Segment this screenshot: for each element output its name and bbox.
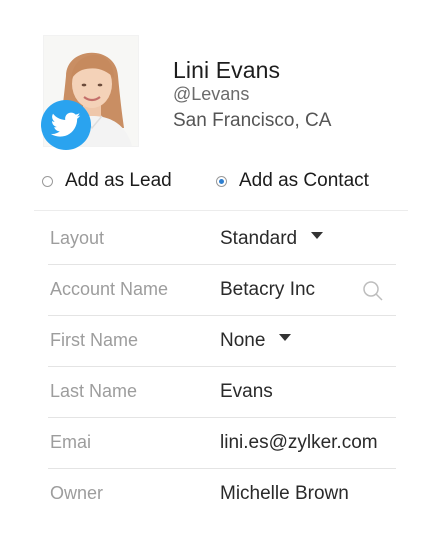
email-field[interactable]: lini.es@zylker.com [220, 432, 378, 454]
add-as-contact-label: Add as Contact [239, 170, 369, 191]
caret-down-icon [311, 232, 324, 240]
owner-label: Owner [50, 483, 104, 503]
layout-select[interactable]: Standard [220, 228, 324, 250]
last-name-label: Last Name [50, 381, 138, 401]
add-as-lead-option[interactable]: Add as Lead [42, 170, 172, 192]
last-name-field[interactable]: Evans [220, 381, 273, 403]
search-icon[interactable] [362, 280, 384, 302]
email-label: Emai [50, 432, 92, 452]
profile-name: Lini Evans [173, 57, 281, 83]
layout-label: Layout [50, 228, 105, 248]
first-name-value: None [220, 330, 266, 351]
layout-value: Standard [220, 228, 298, 249]
first-name-label: First Name [50, 330, 139, 350]
profile-handle: @Levans [173, 84, 250, 104]
twitter-badge [41, 100, 91, 150]
first-name-row: First Name None [48, 316, 396, 367]
last-name-row: Last Name Evans [48, 367, 396, 418]
owner-row: Owner Michelle Brown [48, 469, 396, 520]
twitter-icon [51, 112, 81, 137]
add-as-lead-radio[interactable] [42, 175, 53, 187]
account-name-field[interactable]: Betacry Inc [220, 279, 315, 301]
add-as-lead-label: Add as Lead [65, 170, 172, 191]
layout-row: Layout Standard [48, 214, 396, 265]
account-name-row: Account Name Betacry Inc [48, 265, 396, 316]
profile-location: San Francisco, CA [173, 110, 332, 131]
owner-field[interactable]: Michelle Brown [220, 483, 349, 505]
caret-down-icon [279, 334, 292, 342]
contact-form: Layout Standard Account Name Betacry Inc… [48, 214, 396, 520]
email-row: Emai lini.es@zylker.com [48, 418, 396, 469]
account-name-label: Account Name [50, 279, 169, 299]
contact-import-card: Lini Evans @Levans San Francisco, CA Add… [0, 0, 446, 536]
section-divider [34, 210, 408, 211]
add-as-contact-radio[interactable] [216, 175, 227, 187]
first-name-select[interactable]: None [220, 330, 292, 352]
add-as-contact-option[interactable]: Add as Contact [216, 170, 369, 192]
